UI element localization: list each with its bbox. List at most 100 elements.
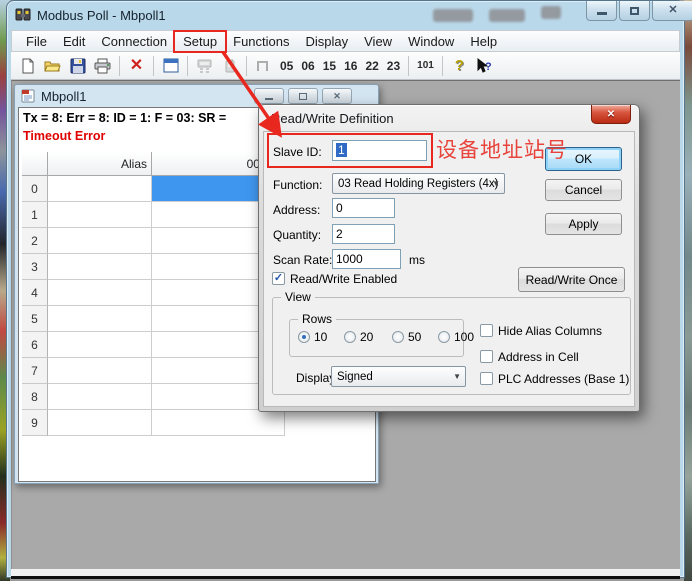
grid-row: 3 <box>22 254 286 280</box>
row-header[interactable]: 5 <box>22 306 48 332</box>
rows-10-label: 10 <box>314 330 327 344</box>
print-button[interactable] <box>91 54 114 77</box>
function-dropdown[interactable]: 03 Read Holding Registers (4x) ▼ <box>332 173 505 194</box>
app-icon <box>15 7 31 23</box>
hide-alias-checkbox[interactable] <box>480 324 493 337</box>
child-window-controls: ✕ <box>254 88 352 104</box>
value-cell[interactable] <box>152 410 285 436</box>
function-05-button[interactable]: 05 <box>277 59 296 73</box>
close-icon: ✕ <box>668 5 677 16</box>
function-101-button[interactable]: 101 <box>414 60 437 71</box>
row-header[interactable]: 0 <box>22 176 48 202</box>
menu-display[interactable]: Display <box>298 32 357 51</box>
menu-help[interactable]: Help <box>462 32 505 51</box>
row-header[interactable]: 4 <box>22 280 48 306</box>
alias-cell[interactable] <box>48 228 152 254</box>
row-header[interactable]: 7 <box>22 358 48 384</box>
function-23-button[interactable]: 23 <box>384 59 403 73</box>
address-in-cell-checkbox[interactable] <box>480 350 493 363</box>
rows-50-radio[interactable] <box>392 331 404 343</box>
new-file-button[interactable] <box>16 54 39 77</box>
display-dropdown[interactable]: Signed ▼ <box>331 366 466 387</box>
cancel-button[interactable]: Cancel <box>545 179 622 201</box>
grid-row: 5 <box>22 306 286 332</box>
toolbar-separator <box>119 56 120 76</box>
test-center-button[interactable] <box>218 54 241 77</box>
child-restore-button[interactable] <box>288 88 318 104</box>
quantity-input[interactable]: 2 <box>332 224 395 244</box>
row-header[interactable]: 1 <box>22 202 48 228</box>
alias-cell[interactable] <box>48 176 152 202</box>
menu-file[interactable]: File <box>18 32 55 51</box>
alias-cell[interactable] <box>48 332 152 358</box>
row-header[interactable]: 8 <box>22 384 48 410</box>
child-minimize-button[interactable] <box>254 88 284 104</box>
row-header[interactable]: 6 <box>22 332 48 358</box>
setup-definition-button[interactable] <box>159 54 182 77</box>
save-button[interactable] <box>66 54 89 77</box>
alias-cell[interactable] <box>48 280 152 306</box>
grid-row: 9 <box>22 410 286 436</box>
help-icon: ? <box>455 58 464 73</box>
alias-cell[interactable] <box>48 254 152 280</box>
document-icon <box>21 89 36 103</box>
menu-setup[interactable]: Setup <box>175 32 225 51</box>
minimize-button[interactable] <box>586 1 617 21</box>
rw-enabled-checkbox[interactable]: ✓ <box>272 272 285 285</box>
menu-edit[interactable]: Edit <box>55 32 93 51</box>
child-close-button[interactable]: ✕ <box>322 88 352 104</box>
help-button[interactable]: ? <box>448 54 471 77</box>
maximize-icon <box>630 7 639 15</box>
alias-cell[interactable] <box>48 358 152 384</box>
redacted-text-blur <box>489 9 525 22</box>
read-write-once-button[interactable]: Read/Write Once <box>518 267 625 292</box>
alias-cell[interactable] <box>48 410 152 436</box>
row-header[interactable]: 2 <box>22 228 48 254</box>
menu-window[interactable]: Window <box>400 32 462 51</box>
alias-cell[interactable] <box>48 202 152 228</box>
window-bottom-edge <box>11 576 680 579</box>
window-definition-icon <box>163 58 179 73</box>
function-06-button[interactable]: 06 <box>298 59 317 73</box>
apply-button[interactable]: Apply <box>545 213 622 235</box>
new-file-icon <box>20 58 36 74</box>
minimize-icon <box>597 12 607 15</box>
open-file-button[interactable] <box>41 54 64 77</box>
context-help-button[interactable]: ? <box>473 54 496 77</box>
view-group: View Rows 10 20 50 100 Hide Alias Column… <box>272 297 631 395</box>
dialog-close-button[interactable]: ✕ <box>591 105 631 124</box>
grid-header-row: Alias 00000 <box>22 152 286 176</box>
function-15-button[interactable]: 15 <box>320 59 339 73</box>
rows-20-radio[interactable] <box>344 331 356 343</box>
corner-header-cell[interactable] <box>22 152 48 176</box>
child-restore-icon <box>299 93 307 100</box>
rows-10-radio[interactable] <box>298 331 310 343</box>
rows-100-radio[interactable] <box>438 331 450 343</box>
alias-cell[interactable] <box>48 384 152 410</box>
alias-cell[interactable] <box>48 306 152 332</box>
pulse-coil-button[interactable] <box>252 54 275 77</box>
menu-connection[interactable]: Connection <box>93 32 175 51</box>
scan-rate-input[interactable]: 1000 <box>332 249 401 269</box>
plc-addresses-checkbox[interactable] <box>480 372 493 385</box>
quantity-label: Quantity: <box>273 228 321 242</box>
context-help-icon: ? <box>475 58 493 74</box>
alias-column-header[interactable]: Alias <box>48 152 152 176</box>
row-header[interactable]: 9 <box>22 410 48 436</box>
menu-view[interactable]: View <box>356 32 400 51</box>
function-16-button[interactable]: 16 <box>341 59 360 73</box>
maximize-button[interactable] <box>619 1 650 21</box>
window-title: Modbus Poll - Mbpoll1 <box>37 8 166 23</box>
menu-functions[interactable]: Functions <box>225 32 297 51</box>
delete-button[interactable]: ✕ <box>125 54 148 77</box>
cancel-button-label: Cancel <box>565 183 602 197</box>
close-button[interactable]: ✕ <box>652 1 692 21</box>
annotation-red-box <box>267 133 433 168</box>
function-22-button[interactable]: 22 <box>362 59 381 73</box>
child-window-title: Mbpoll1 <box>41 89 87 104</box>
address-input[interactable]: 0 <box>332 198 395 218</box>
svg-text:?: ? <box>485 61 492 73</box>
communication-traffic-button[interactable] <box>193 54 216 77</box>
row-header[interactable]: 3 <box>22 254 48 280</box>
grid-row: 7 <box>22 358 286 384</box>
